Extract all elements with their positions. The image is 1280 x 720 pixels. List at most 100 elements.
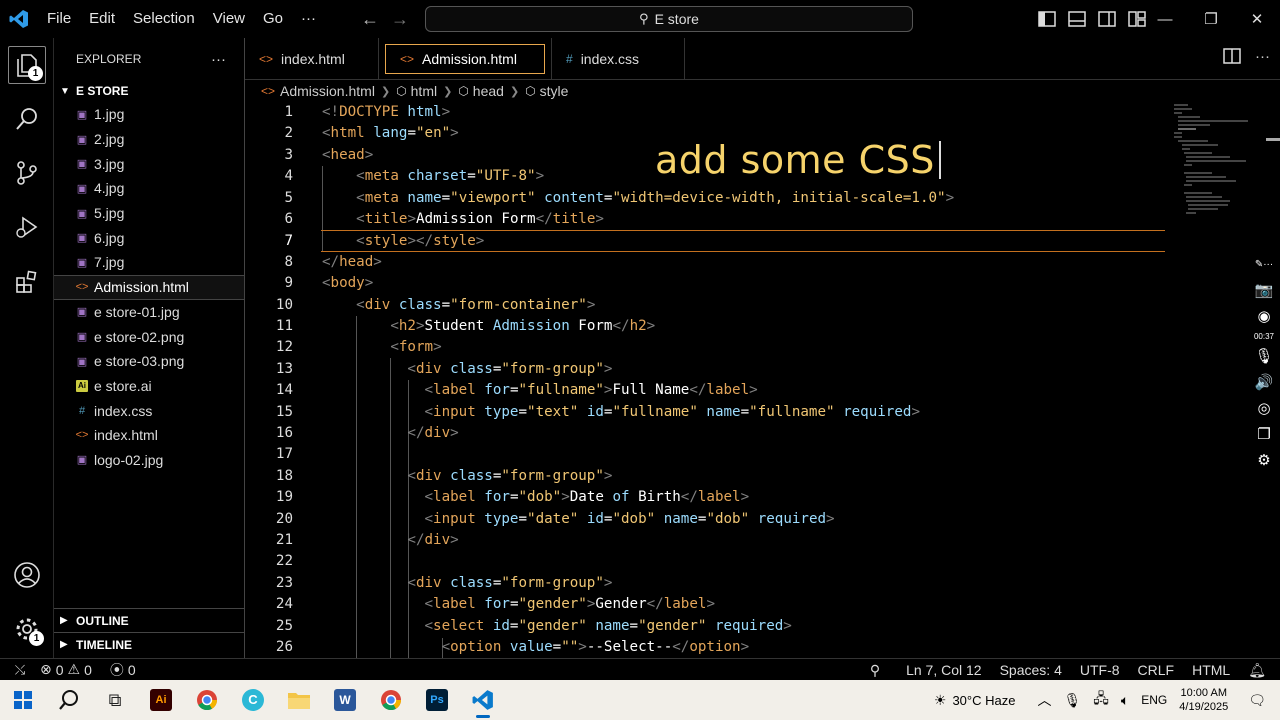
photoshop-icon[interactable]: Ps: [414, 680, 460, 720]
restore-icon[interactable]: ❐: [1188, 0, 1234, 38]
menu-selection[interactable]: Selection: [124, 0, 204, 38]
outline-section[interactable]: ▶ OUTLINE: [54, 608, 244, 632]
breadcrumb-head[interactable]: head: [473, 83, 504, 99]
split-editor-icon[interactable]: [1223, 48, 1241, 68]
run-debug-icon[interactable]: [8, 208, 46, 246]
canva-icon[interactable]: C: [230, 680, 276, 720]
toggle-panel-icon[interactable]: [1066, 8, 1088, 30]
code-line[interactable]: 25 <select id="gender" name="gender" req…: [245, 616, 1165, 637]
microphone-tray-icon[interactable]: 🎙︎: [1063, 692, 1081, 709]
weather-text[interactable]: 30°C Haze: [952, 693, 1015, 708]
file-item[interactable]: ▣ 7.jpg: [54, 250, 244, 275]
file-explorer-icon[interactable]: [276, 680, 322, 720]
code-line[interactable]: 5 <meta name="viewport" content="width=d…: [245, 188, 1165, 209]
code-line[interactable]: 1 <!DOCTYPE html>: [245, 102, 1165, 123]
code-line[interactable]: 23 <div class="form-group">: [245, 573, 1165, 594]
minimap[interactable]: [1170, 102, 1270, 232]
code-line[interactable]: 24 <label for="gender">Gender</label>: [245, 594, 1165, 615]
extensions-icon[interactable]: [8, 262, 46, 300]
menu-edit[interactable]: Edit: [80, 0, 124, 38]
code-line[interactable]: 22: [245, 551, 1165, 572]
cursor-position[interactable]: Ln 7, Col 12: [906, 662, 982, 678]
editor-more-icon[interactable]: ···: [1255, 48, 1270, 68]
speaker-icon[interactable]: 🔊: [1255, 372, 1274, 394]
file-item[interactable]: ▣ 1.jpg: [54, 102, 244, 127]
toggle-secondary-sidebar-icon[interactable]: [1096, 8, 1118, 30]
minimize-icon[interactable]: —: [1142, 0, 1188, 38]
network-icon[interactable]: 🖧: [1093, 688, 1109, 712]
code-line[interactable]: 12 <form>: [245, 337, 1165, 358]
taskbar-search-icon[interactable]: [46, 680, 92, 720]
code-editor[interactable]: 1 <!DOCTYPE html> 2 <html lang="en"> 3 <head>…: [245, 102, 1165, 658]
file-item[interactable]: ▣ logo-02.jpg: [54, 448, 244, 473]
illustrator-icon[interactable]: Ai: [138, 680, 184, 720]
zoom-icon[interactable]: ⚲: [870, 662, 880, 679]
close-icon[interactable]: ✕: [1234, 0, 1280, 38]
code-line[interactable]: 10 <div class="form-container">: [245, 295, 1165, 316]
explorer-icon[interactable]: 1: [8, 46, 46, 84]
tab-index-html[interactable]: <> index.html: [245, 38, 379, 80]
code-line[interactable]: 9 <body>: [245, 273, 1165, 294]
file-item[interactable]: <> Admission.html: [54, 274, 244, 300]
remote-icon[interactable]: ⤯: [0, 662, 40, 678]
end-of-line[interactable]: CRLF: [1138, 662, 1175, 678]
input-language[interactable]: ENG: [1141, 693, 1167, 707]
file-item[interactable]: Ai e store.ai: [54, 374, 244, 399]
file-item[interactable]: ▣ 2.jpg: [54, 127, 244, 152]
menu-more-icon[interactable]: ···: [292, 0, 325, 38]
back-arrow-icon[interactable]: ←: [355, 9, 385, 30]
file-item[interactable]: ▣ e store-03.png: [54, 349, 244, 374]
file-item[interactable]: ▣ e store-01.jpg: [54, 300, 244, 325]
file-item[interactable]: ▣ 5.jpg: [54, 201, 244, 226]
menu-file[interactable]: File: [38, 0, 80, 38]
account-icon[interactable]: [8, 556, 46, 594]
command-center-search[interactable]: ⚲ E store: [425, 6, 913, 32]
code-line[interactable]: 21 </div>: [245, 530, 1165, 551]
file-item[interactable]: # index.css: [54, 398, 244, 423]
language-mode[interactable]: HTML: [1192, 662, 1230, 678]
code-line[interactable]: 18 <div class="form-group">: [245, 466, 1165, 487]
menu-view[interactable]: View: [204, 0, 254, 38]
volume-icon[interactable]: 🔈︎: [1121, 692, 1129, 709]
file-item[interactable]: ▣ 4.jpg: [54, 176, 244, 201]
file-item[interactable]: ▣ e store-02.png: [54, 324, 244, 349]
search-icon[interactable]: [8, 100, 46, 138]
code-line[interactable]: 14 <label for="fullname">Full Name</labe…: [245, 380, 1165, 401]
code-line[interactable]: 16 </div>: [245, 423, 1165, 444]
chevron-up-icon[interactable]: ︿: [1037, 690, 1051, 710]
timeline-section[interactable]: ▶ TIMELINE: [54, 632, 244, 656]
pen-icon[interactable]: ✎···: [1255, 254, 1273, 276]
breadcrumb-file[interactable]: Admission.html: [280, 83, 375, 99]
ports-indicator[interactable]: ⦿ 0: [110, 660, 136, 680]
source-control-icon[interactable]: [8, 154, 46, 192]
chrome-icon[interactable]: [184, 680, 230, 720]
code-line[interactable]: 15 <input type="text" id="fullname" name…: [245, 402, 1165, 423]
code-line[interactable]: 11 <h2>Student Admission Form</h2>: [245, 316, 1165, 337]
tab-index-css[interactable]: # index.css: [551, 38, 685, 80]
scrollbar-thumb[interactable]: [1266, 138, 1280, 141]
toggle-primary-sidebar-icon[interactable]: [1036, 8, 1058, 30]
forward-arrow-icon[interactable]: →: [385, 9, 415, 30]
recorder-settings-icon[interactable]: ⚙: [1257, 450, 1270, 472]
problems-indicator[interactable]: ⊗ 0 ⚠ 0: [40, 661, 92, 678]
microphone-icon[interactable]: 🎙: [1254, 346, 1273, 368]
code-line[interactable]: 26 <option value="">--Select--</option>: [245, 637, 1165, 658]
word-icon[interactable]: W: [322, 680, 368, 720]
chrome-profile-icon[interactable]: [368, 680, 414, 720]
breadcrumb-style[interactable]: style: [540, 83, 569, 99]
explorer-more-icon[interactable]: ···: [211, 51, 226, 68]
breadcrumb-html[interactable]: html: [411, 83, 437, 99]
menu-go[interactable]: Go: [254, 0, 292, 38]
clock[interactable]: 10:00 AM 4/19/2025: [1179, 686, 1228, 714]
code-line[interactable]: 8 </head>: [245, 252, 1165, 273]
notification-center-icon[interactable]: 🗨︎: [1248, 692, 1266, 709]
file-item[interactable]: ▣ 6.jpg: [54, 225, 244, 250]
notifications-bell-icon[interactable]: 🔔︎: [1248, 662, 1266, 679]
encoding[interactable]: UTF-8: [1080, 662, 1120, 678]
vscode-taskbar-icon[interactable]: [460, 680, 506, 720]
record-icon[interactable]: ◉: [1257, 306, 1270, 328]
windows-icon[interactable]: ❐: [1257, 424, 1270, 446]
code-line[interactable]: 17: [245, 444, 1165, 465]
task-view-icon[interactable]: ⧉: [92, 680, 138, 720]
code-line[interactable]: 19 <label for="dob">Date of Birth</label…: [245, 487, 1165, 508]
